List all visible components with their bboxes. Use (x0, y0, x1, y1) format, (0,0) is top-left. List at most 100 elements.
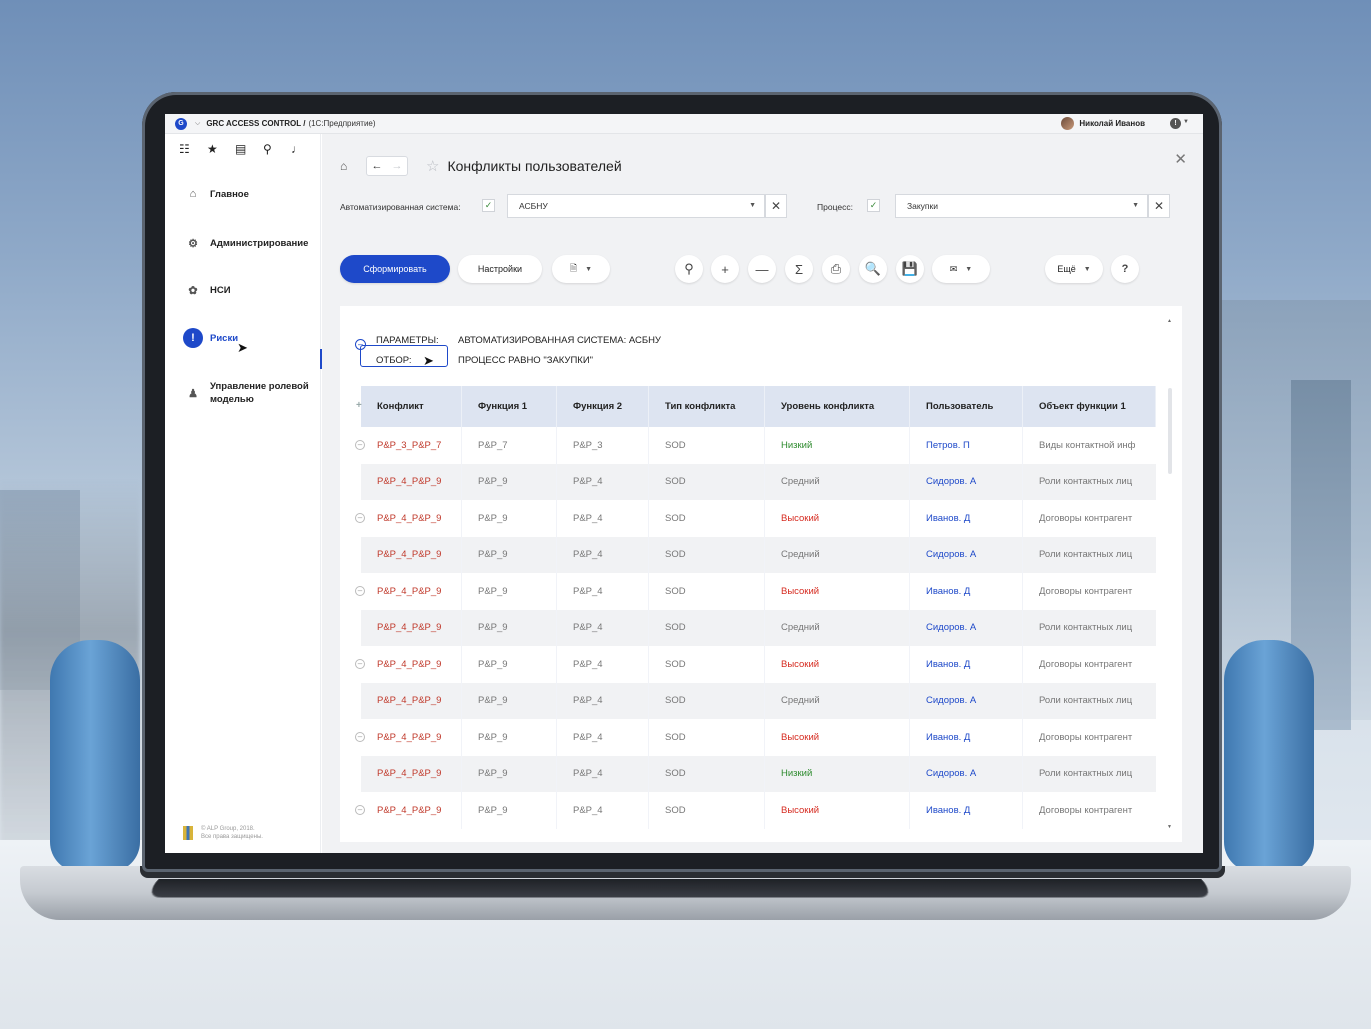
user-menu[interactable]: Николай Иванов (1061, 117, 1145, 130)
scroll-down-icon[interactable]: ▼ (1167, 824, 1172, 830)
function1-cell: P&P_9 (462, 792, 557, 829)
conflict-type-cell: SOD (649, 682, 765, 719)
minus-icon: — (755, 261, 769, 277)
info-icon[interactable]: ! (1170, 118, 1181, 129)
print-button[interactable]: ⎙ (822, 255, 850, 283)
sidebar-item-main[interactable]: ⌂ Главное (183, 184, 249, 204)
table-row[interactable]: P&P_4_P&P_9 P&P_9 P&P_4 SOD Средний Сидоров. … (361, 536, 1156, 573)
system-select[interactable]: АСБНУ ▼ (507, 194, 765, 218)
table-row[interactable]: P&P_4_P&P_9 P&P_9 P&P_4 SOD Средний Сидоров. … (361, 682, 1156, 719)
chevron-down-icon[interactable]: ▼ (1183, 119, 1189, 125)
table-row[interactable]: – P&P_4_P&P_9 P&P_9 P&P_4 SOD Высокий Иванов. … (355, 500, 1156, 537)
collapse-row-icon[interactable]: – (355, 732, 365, 742)
vertical-scrollbar[interactable]: ▲ ▼ (1167, 318, 1172, 830)
close-icon[interactable]: ✕ (1174, 150, 1187, 168)
search-button[interactable]: ⚲ (675, 255, 703, 283)
conflict-level-cell: Высокий (765, 573, 910, 610)
table-row[interactable]: P&P_4_P&P_9 P&P_9 P&P_4 SOD Средний Сидоров. … (361, 463, 1156, 500)
collapse-button[interactable]: — (748, 255, 776, 283)
chevron-down-icon[interactable]: ▼ (749, 202, 756, 209)
function2-cell: P&P_4 (557, 536, 649, 573)
function1-cell: P&P_9 (462, 682, 557, 719)
person-icon: ♟ (188, 387, 198, 400)
sidebar-item-label: Администрирование (210, 237, 309, 249)
column-header[interactable]: Уровень конфликта (765, 386, 910, 427)
conflict-cell: P&P_4_P&P_9 (361, 646, 462, 683)
home-icon[interactable]: ⌂ (340, 159, 356, 173)
system-filter-checkbox[interactable]: ✓ (482, 199, 495, 212)
sum-button[interactable]: Σ (785, 255, 813, 283)
filter-key: ОТБОР: (376, 354, 412, 366)
preview-button[interactable]: 🔍 (859, 255, 887, 283)
chevron-down-icon[interactable]: ⌵ (195, 120, 200, 128)
table-row[interactable]: – P&P_4_P&P_9 P&P_9 P&P_4 SOD Высокий Иванов. … (355, 646, 1156, 683)
help-button[interactable]: ? (1111, 255, 1139, 283)
params-value: АВТОМАТИЗИРОВАННАЯ СИСТЕМА: АСБНУ (458, 334, 661, 346)
more-button[interactable]: Ещё ▼ (1045, 255, 1103, 283)
process-filter-checkbox[interactable]: ✓ (867, 199, 880, 212)
star-icon[interactable]: ★ (207, 142, 235, 156)
email-button[interactable]: ✉ ▼ (932, 255, 990, 283)
user-cell: Сидоров. А (910, 609, 1023, 646)
column-header[interactable]: Объект функции 1 (1023, 386, 1156, 427)
scroll-thumb[interactable] (1168, 388, 1172, 474)
user-cell: Сидоров. А (910, 463, 1023, 500)
table-row[interactable]: – P&P_3_P&P_7 P&P_7 P&P_3 SOD Низкий Петров. П… (355, 427, 1156, 464)
user-name: Николай Иванов (1079, 119, 1145, 128)
forward-arrow-icon[interactable]: → (387, 157, 407, 175)
table-row[interactable]: P&P_4_P&P_9 P&P_9 P&P_4 SOD Низкий Сидоров. А… (361, 755, 1156, 792)
document-icon: 🗎 (569, 263, 578, 273)
collapse-row-icon[interactable]: – (355, 586, 365, 596)
generate-button[interactable]: Сформировать (340, 255, 450, 283)
object-cell: Роли контактных лиц (1039, 768, 1133, 780)
bell-icon[interactable]: ♩ (291, 142, 319, 156)
object-cell: Договоры контрагент (1039, 512, 1133, 524)
system-select-value: АСБНУ (519, 201, 548, 211)
conflict-cell: P&P_4_P&P_9 (361, 536, 462, 573)
conflict-type-cell: SOD (649, 573, 765, 610)
table-row[interactable]: – P&P_4_P&P_9 P&P_9 P&P_4 SOD Высокий Иванов. … (355, 719, 1156, 756)
blue-pillar-right (1224, 640, 1314, 872)
search-icon[interactable]: ⚲ (263, 142, 291, 156)
expand-button[interactable]: + (711, 255, 739, 283)
table-row[interactable]: – P&P_4_P&P_9 P&P_9 P&P_4 SOD Высокий Иванов. … (355, 573, 1156, 610)
user-cell: Иванов. Д (910, 500, 1023, 537)
column-header[interactable]: Функция 1 (462, 386, 557, 427)
column-header[interactable]: Конфликт (361, 386, 462, 427)
sidebar-item-role-model[interactable]: ♟ Управление ролевой моделью (183, 380, 313, 406)
back-arrow-icon[interactable]: ← (367, 157, 387, 175)
sidebar-item-risks[interactable]: ! Риски (183, 328, 238, 348)
table-row[interactable]: – P&P_4_P&P_9 P&P_9 P&P_4 SOD Высокий Иванов. … (355, 792, 1156, 829)
window-titlebar: G ⌵ GRC ACCESS CONTROL / (1С:Предприятие… (165, 114, 1203, 134)
table-row[interactable]: P&P_4_P&P_9 P&P_9 P&P_4 SOD Средний Сидоров. … (361, 609, 1156, 646)
scroll-up-icon[interactable]: ▲ (1167, 318, 1172, 324)
history-icon[interactable]: ▤ (235, 142, 263, 156)
expand-all-icon[interactable]: + (356, 400, 362, 411)
conflict-cell: P&P_4_P&P_9 (361, 792, 462, 829)
column-header[interactable]: Пользователь (910, 386, 1023, 427)
process-select[interactable]: Закупки ▼ (895, 194, 1148, 218)
chevron-down-icon[interactable]: ▼ (1132, 202, 1139, 209)
user-cell: Иванов. Д (910, 646, 1023, 683)
user-cell: Сидоров. А (910, 755, 1023, 792)
app-logo-icon[interactable]: G (175, 117, 187, 130)
main-content: ⌂ ← → ☆ Конфликты пользователей ✕ Автома… (322, 134, 1203, 853)
star-outline-icon[interactable]: ☆ (426, 157, 439, 175)
clear-process-button[interactable]: ✕ (1148, 194, 1170, 218)
clear-system-button[interactable]: ✕ (765, 194, 787, 218)
save-button[interactable]: 💾 (896, 255, 924, 283)
collapse-row-icon[interactable]: – (355, 513, 365, 523)
column-header[interactable]: Функция 2 (557, 386, 649, 427)
export-button[interactable]: 🗎 ▼ (552, 255, 610, 283)
sidebar-item-nsi[interactable]: ✿ НСИ (183, 280, 230, 300)
settings-button[interactable]: Настройки (458, 255, 542, 283)
collapse-row-icon[interactable]: – (355, 805, 365, 815)
sidebar-item-administration[interactable]: ⚙ Администрирование (183, 233, 308, 253)
apps-grid-icon[interactable]: ☷ (179, 142, 207, 156)
table-header: + Конфликт Функция 1 Функция 2 Тип конфл… (356, 386, 1156, 427)
column-header[interactable]: Тип конфликта (649, 386, 765, 427)
conflict-cell: P&P_4_P&P_9 (361, 682, 462, 719)
object-cell: Роли контактных лиц (1039, 695, 1133, 707)
collapse-row-icon[interactable]: – (355, 659, 365, 669)
collapse-row-icon[interactable]: – (355, 440, 365, 450)
